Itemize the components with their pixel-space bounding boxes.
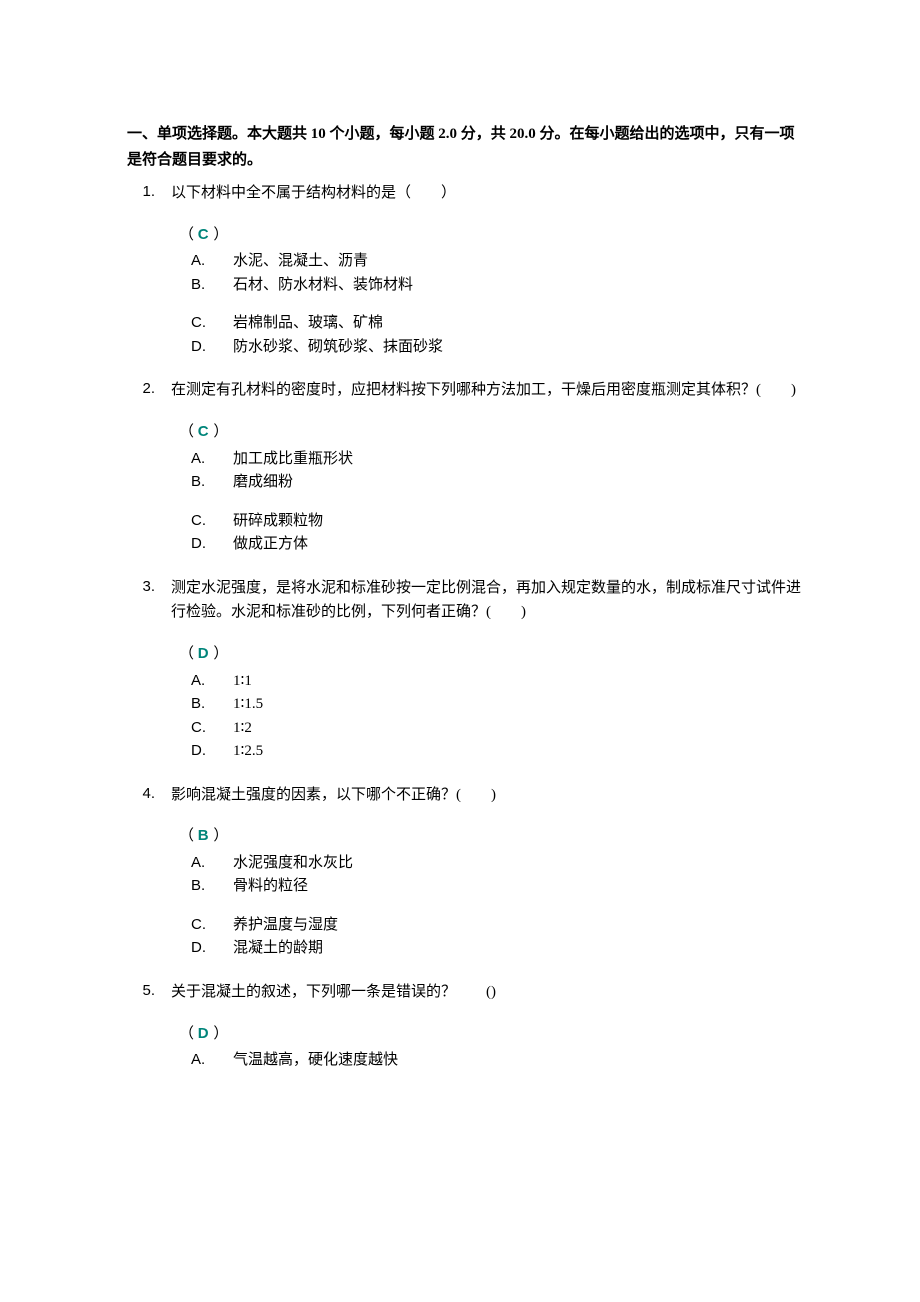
heading-prefix: 一、单项选择题。本大题共 [127,126,311,142]
option-list: A.1∶1 B.1∶1.5 C.1∶2 D.1∶2.5 [191,670,805,763]
question-item: 1. 以下材料中全不属于结构材料的是（ ） （ C ） A.水泥、混凝土、沥青 … [127,181,805,358]
question-list: 1. 以下材料中全不属于结构材料的是（ ） （ C ） A.水泥、混凝土、沥青 … [127,181,805,1072]
document-page: 一、单项选择题。本大题共 10 个小题，每小题 2.0 分，共 20.0 分。在… [0,0,920,1302]
option-item: A.水泥强度和水灰比 [191,852,805,875]
option-item: B.磨成细粉 [191,471,805,494]
option-item: B.石材、防水材料、装饰材料 [191,274,805,297]
option-label: D. [191,937,233,960]
option-label: A. [191,448,233,471]
question-text: 以下材料中全不属于结构材料的是（ ） [171,181,805,206]
option-item: D.1∶2.5 [191,740,805,763]
option-item: D.防水砂浆、砌筑砂浆、抹面砂浆 [191,336,805,359]
answer-line: （ D ） [179,1023,805,1046]
option-label: A. [191,1049,233,1072]
question-number: 3. [127,576,171,599]
question-number: 5. [127,980,171,1003]
option-item: D.做成正方体 [191,533,805,556]
option-text: 石材、防水材料、装饰材料 [233,274,805,297]
option-item: A.水泥、混凝土、沥青 [191,250,805,273]
option-item: A.加工成比重瓶形状 [191,448,805,471]
question-number: 1. [127,181,171,204]
question-item: 4. 影响混凝土强度的因素，以下哪个不正确？( ) （ B ） A.水泥强度和水… [127,783,805,960]
option-item: C.岩棉制品、玻璃、矿棉 [191,312,805,335]
option-list: A.加工成比重瓶形状 B.磨成细粉 C.研碎成颗粒物 D.做成正方体 [191,448,805,556]
option-list: A.水泥强度和水灰比 B.骨料的粒径 C.养护温度与湿度 D.混凝土的龄期 [191,852,805,960]
option-text: 水泥强度和水灰比 [233,852,805,875]
question-text: 关于混凝土的叙述，下列哪一条是错误的？ () [171,980,805,1005]
option-text: 防水砂浆、砌筑砂浆、抹面砂浆 [233,336,805,359]
option-text: 做成正方体 [233,533,805,556]
option-item: D.混凝土的龄期 [191,937,805,960]
option-item: A.气温越高，硬化速度越快 [191,1049,805,1072]
option-label: A. [191,250,233,273]
option-label: D. [191,336,233,359]
option-label: D. [191,740,233,763]
option-list: A.气温越高，硬化速度越快 [191,1049,805,1072]
question-number: 2. [127,378,171,401]
option-label: C. [191,717,233,740]
answer-letter: B [198,827,210,844]
answer-line: （ C ） [179,421,805,444]
option-text: 1∶2 [233,717,805,740]
option-label: A. [191,852,233,875]
heading-per: 2.0 [438,126,457,142]
option-label: D. [191,533,233,556]
option-label: B. [191,693,233,716]
answer-letter: D [198,1025,210,1042]
option-text: 研碎成颗粒物 [233,510,805,533]
option-text: 加工成比重瓶形状 [233,448,805,471]
section-heading: 一、单项选择题。本大题共 10 个小题，每小题 2.0 分，共 20.0 分。在… [127,122,805,173]
option-text: 气温越高，硬化速度越快 [233,1049,805,1072]
heading-mid2: 分，共 [457,126,510,142]
answer-line: （ C ） [179,224,805,247]
question-item: 2. 在测定有孔材料的密度时，应把材料按下列哪种方法加工，干燥后用密度瓶测定其体… [127,378,805,555]
question-text: 在测定有孔材料的密度时，应把材料按下列哪种方法加工，干燥后用密度瓶测定其体积？(… [171,378,805,403]
option-text: 1∶1.5 [233,693,805,716]
option-text: 岩棉制品、玻璃、矿棉 [233,312,805,335]
answer-letter: C [198,423,210,440]
option-item: C.1∶2 [191,717,805,740]
option-label: B. [191,471,233,494]
answer-letter: D [198,645,210,662]
question-text: 测定水泥强度，是将水泥和标准砂按一定比例混合，再加入规定数量的水，制成标准尺寸试… [171,576,805,626]
option-label: C. [191,312,233,335]
answer-letter: C [198,226,210,243]
answer-line: （ B ） [179,825,805,848]
answer-line: （ D ） [179,643,805,666]
option-label: B. [191,875,233,898]
option-item: C.养护温度与湿度 [191,914,805,937]
option-item: B.骨料的粒径 [191,875,805,898]
option-text: 水泥、混凝土、沥青 [233,250,805,273]
option-text: 1∶2.5 [233,740,805,763]
heading-total: 20.0 [510,126,536,142]
option-list: A.水泥、混凝土、沥青 B.石材、防水材料、装饰材料 C.岩棉制品、玻璃、矿棉 … [191,250,805,358]
option-text: 骨料的粒径 [233,875,805,898]
question-text: 影响混凝土强度的因素，以下哪个不正确？( ) [171,783,805,808]
option-text: 混凝土的龄期 [233,937,805,960]
option-text: 磨成细粉 [233,471,805,494]
option-label: B. [191,274,233,297]
heading-mid1: 个小题，每小题 [326,126,439,142]
question-number: 4. [127,783,171,806]
option-text: 1∶1 [233,670,805,693]
heading-count: 10 [311,126,326,142]
option-item: C.研碎成颗粒物 [191,510,805,533]
option-text: 养护温度与湿度 [233,914,805,937]
option-label: C. [191,914,233,937]
question-item: 3. 测定水泥强度，是将水泥和标准砂按一定比例混合，再加入规定数量的水，制成标准… [127,576,805,763]
question-item: 5. 关于混凝土的叙述，下列哪一条是错误的？ () （ D ） A.气温越高，硬… [127,980,805,1072]
option-label: A. [191,670,233,693]
option-item: B.1∶1.5 [191,693,805,716]
option-label: C. [191,510,233,533]
option-item: A.1∶1 [191,670,805,693]
